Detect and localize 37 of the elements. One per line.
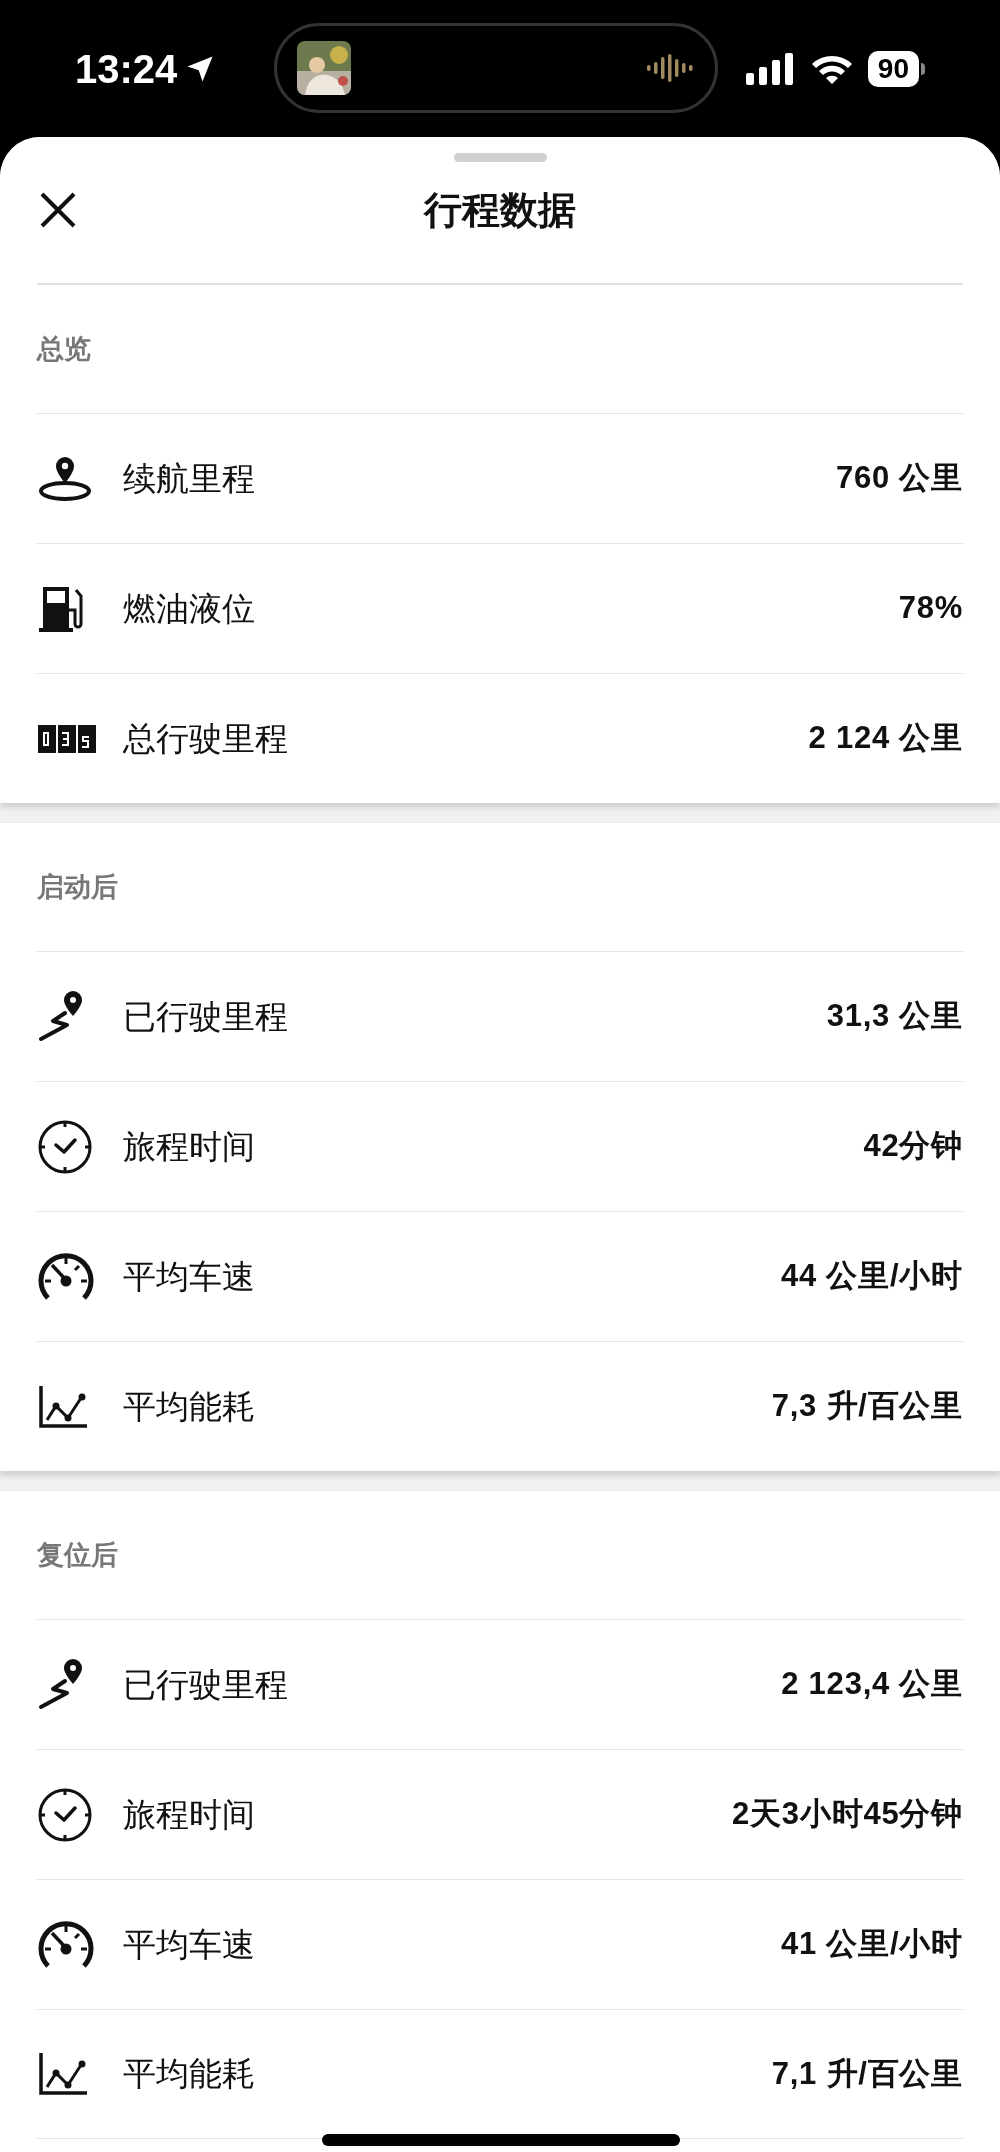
section-header: 复位后 [37, 1538, 118, 1572]
stat-value: 78% [898, 589, 963, 628]
close-icon [39, 191, 77, 229]
stat-value: 2天3小时45分钟 [732, 1795, 963, 1834]
stat-value: 2 124 公里 [808, 719, 963, 758]
stat-label: 平均车速 [123, 1256, 255, 1297]
stat-label: 已行驶里程 [123, 1664, 288, 1705]
clock-icon [37, 1786, 93, 1843]
stat-value: 7,3 升/百公里 [771, 1387, 963, 1426]
section-header: 启动后 [37, 870, 118, 904]
stat-label: 平均车速 [123, 1924, 255, 1965]
clock-icon [37, 1118, 93, 1175]
stat-value: 41 公里/小时 [781, 1925, 963, 1964]
status-time: 13:24 [75, 45, 178, 93]
odometer-icon [37, 723, 97, 754]
stat-label: 燃油液位 [123, 588, 255, 629]
battery-indicator: 90 [867, 50, 919, 87]
stat-value: 760 公里 [836, 459, 963, 498]
stat-label: 平均能耗 [123, 1386, 255, 1427]
section-header: 总览 [37, 332, 91, 366]
stat-value: 7,1 升/百公里 [771, 2054, 963, 2093]
stat-label: 旅程时间 [123, 1794, 255, 1835]
stat-label: 平均能耗 [123, 2054, 255, 2095]
audio-wave-icon [645, 53, 695, 83]
line-chart-icon [37, 2051, 89, 2097]
stat-label: 旅程时间 [123, 1126, 255, 1167]
stat-label: 已行驶里程 [123, 996, 288, 1037]
stat-value: 2 123,4 公里 [781, 1665, 963, 1704]
line-chart-icon [37, 1383, 89, 1430]
location-pin-icon [37, 454, 93, 503]
sheet-title: 行程数据 [424, 187, 576, 233]
stat-value: 44 公里/小时 [781, 1257, 963, 1296]
stat-label: 续航里程 [123, 458, 255, 499]
stat-value: 31,3 公里 [826, 997, 963, 1036]
stat-value: 42分钟 [863, 1127, 963, 1166]
signal-icon [745, 52, 796, 85]
stat-label: 总行驶里程 [123, 718, 288, 759]
